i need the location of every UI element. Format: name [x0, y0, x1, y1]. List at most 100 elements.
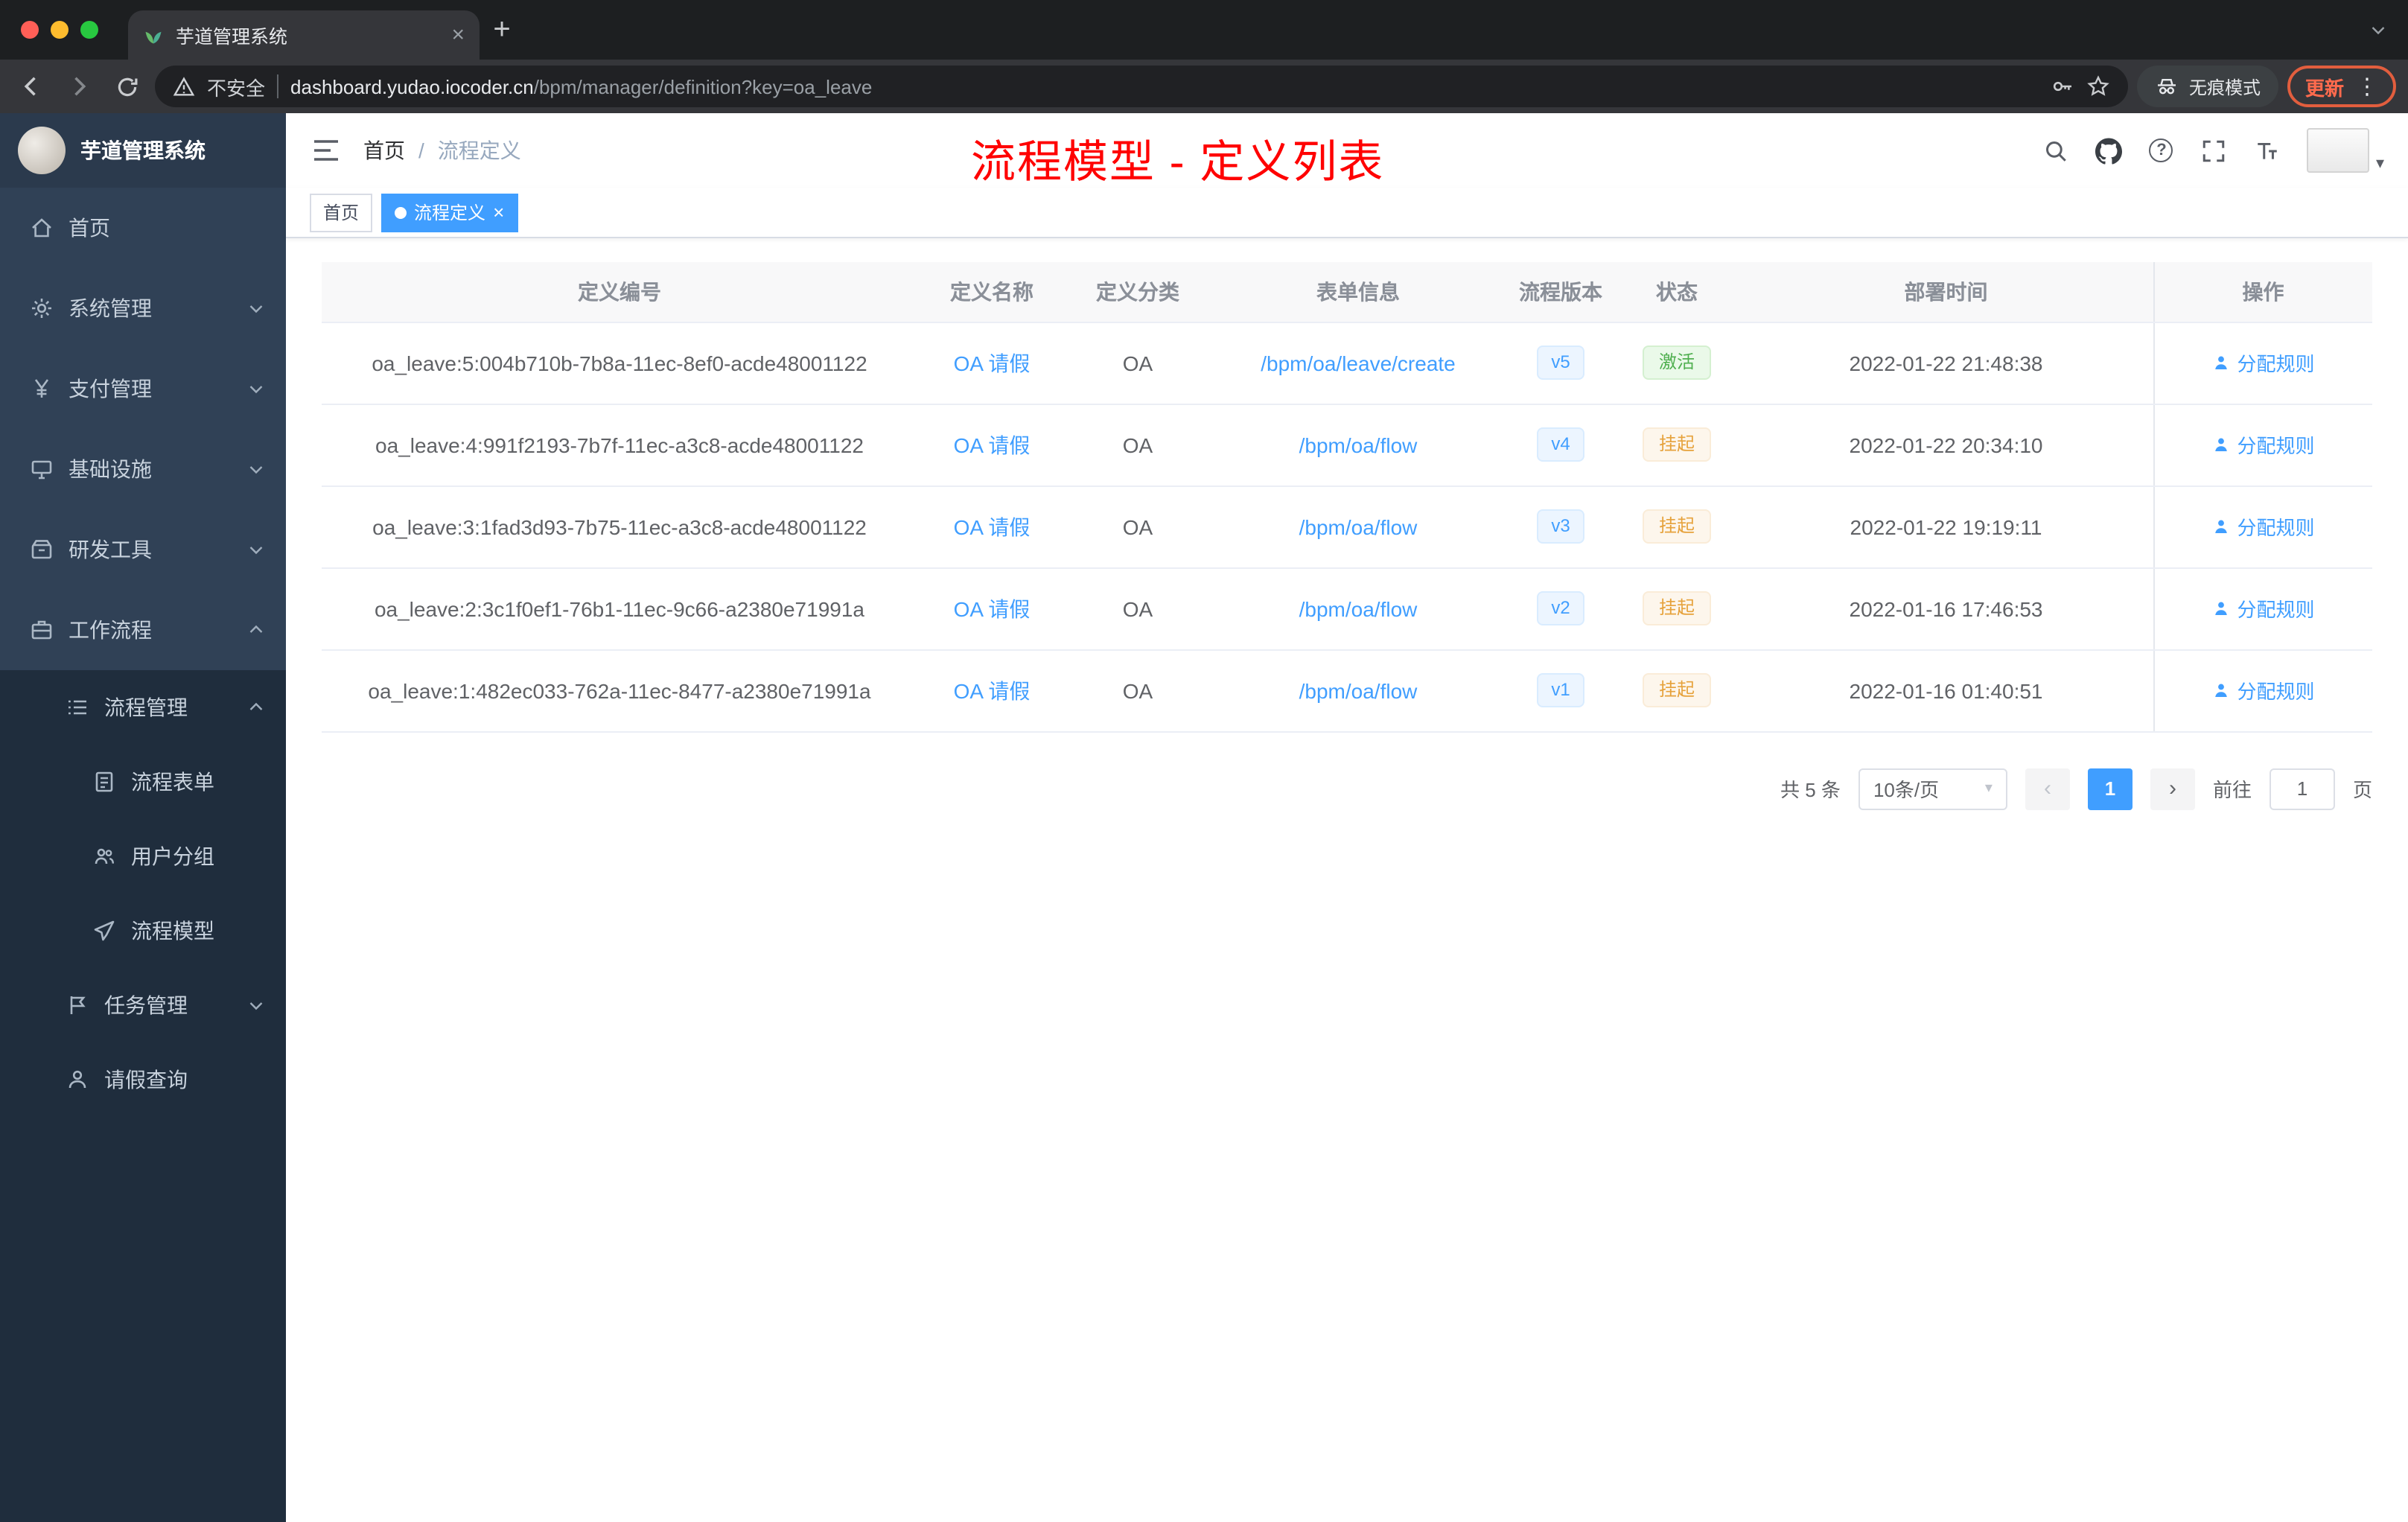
form-link[interactable]: /bpm/oa/flow [1299, 596, 1418, 620]
security-label[interactable]: 不安全 [207, 72, 265, 101]
assign-rule-link[interactable]: 分配规则 [2211, 676, 2315, 704]
sidebar-item-process-model[interactable]: 流程模型 [0, 894, 286, 968]
form-link[interactable]: /bpm/oa/flow [1299, 433, 1418, 456]
new-tab-button[interactable]: + [480, 7, 524, 52]
cell-definition-id: oa_leave:3:1fad3d93-7b75-11ec-a3c8-acde4… [322, 485, 917, 568]
definition-name-link[interactable]: OA 请假 [954, 433, 1031, 456]
sidebar-item-process-management[interactable]: 流程管理 [0, 670, 286, 745]
sidebar-toggle-icon[interactable] [310, 134, 343, 167]
table-row: oa_leave:2:3c1f0ef1-76b1-11ec-9c66-a2380… [322, 567, 2372, 650]
back-button[interactable] [12, 67, 51, 106]
close-window-button[interactable] [21, 21, 39, 39]
breadcrumb-home[interactable]: 首页 [363, 136, 405, 165]
app-title: 芋道管理系统 [80, 138, 206, 162]
app-logo[interactable]: 芋道管理系统 [0, 113, 286, 188]
github-icon[interactable] [2095, 137, 2123, 164]
reload-button[interactable] [107, 67, 146, 106]
password-key-icon[interactable] [2051, 74, 2074, 98]
definition-name-link[interactable]: OA 请假 [954, 596, 1031, 620]
form-link[interactable]: /bpm/oa/flow [1299, 678, 1418, 702]
sidebar-menu: 首页 系统管理 支付管理 基础设施 研发工具 工作流程 流程管理 流程表单 用户… [0, 188, 286, 1522]
sidebar-item-dev-tools[interactable]: 研发工具 [0, 509, 286, 590]
paper-plane-icon [92, 919, 116, 943]
cell-deploy-time: 2022-01-22 21:48:38 [1739, 322, 2153, 404]
tag-process-definition[interactable]: 流程定义 × [381, 193, 518, 232]
form-link[interactable]: /bpm/oa/leave/create [1261, 351, 1456, 375]
forward-button[interactable] [60, 67, 98, 106]
definitions-table: 定义编号 定义名称 定义分类 表单信息 流程版本 状态 部署时间 操作 oa_l [322, 262, 2372, 732]
current-page-button[interactable]: 1 [2087, 768, 2133, 809]
table-row: oa_leave:4:991f2193-7b7f-11ec-a3c8-acde4… [322, 404, 2372, 486]
sidebar-item-task-management[interactable]: 任务管理 [0, 968, 286, 1042]
tags-view-bar: 首页 流程定义 × [286, 188, 2408, 238]
user-avatar[interactable]: ▾ [2307, 128, 2384, 173]
browser-toolbar: 不安全 dashboard.yudao.iocoder.cn/bpm/manag… [0, 60, 2408, 113]
next-page-button[interactable]: › [2150, 768, 2195, 809]
cell-category: OA [1066, 322, 1209, 404]
toolbox-icon [30, 538, 54, 561]
minimize-window-button[interactable] [51, 21, 69, 39]
address-bar[interactable]: 不安全 dashboard.yudao.iocoder.cn/bpm/manag… [155, 66, 2128, 107]
tag-home[interactable]: 首页 [310, 193, 373, 232]
home-icon [30, 216, 54, 240]
status-badge: 挂起 [1642, 509, 1711, 544]
sidebar-item-home[interactable]: 首页 [0, 188, 286, 268]
table-row: oa_leave:3:1fad3d93-7b75-11ec-a3c8-acde4… [322, 485, 2372, 568]
sidebar-item-process-form[interactable]: 流程表单 [0, 745, 286, 819]
sidebar-item-system-management[interactable]: 系统管理 [0, 268, 286, 348]
fullscreen-icon[interactable] [2200, 137, 2227, 164]
sidebar-item-payment-management[interactable]: 支付管理 [0, 348, 286, 429]
user-icon [66, 1068, 89, 1092]
version-badge: v5 [1536, 346, 1585, 380]
help-icon[interactable]: ? [2149, 138, 2173, 162]
tag-close-icon[interactable]: × [493, 203, 504, 222]
briefcase-icon [30, 618, 54, 642]
cell-definition-id: oa_leave:2:3c1f0ef1-76b1-11ec-9c66-a2380… [322, 567, 917, 650]
chevron-up-icon [249, 702, 263, 710]
assign-rule-link[interactable]: 分配规则 [2211, 594, 2315, 623]
col-definition-category: 定义分类 [1066, 262, 1209, 322]
update-button[interactable]: 更新 ⋮ [2287, 66, 2396, 107]
cell-definition-id: oa_leave:4:991f2193-7b7f-11ec-a3c8-acde4… [322, 404, 917, 486]
tab-search-icon[interactable] [2348, 21, 2408, 39]
goto-page-input[interactable] [2269, 768, 2335, 809]
chevron-down-icon [249, 466, 263, 474]
pagination: 共 5 条 10条/页 ▾ ‹ 1 › 前往 页 [322, 768, 2372, 809]
assign-rule-link[interactable]: 分配规则 [2211, 348, 2315, 377]
caret-down-icon: ▾ [2375, 155, 2384, 173]
sidebar-item-leave-query[interactable]: 请假查询 [0, 1042, 286, 1117]
version-badge: v2 [1536, 591, 1585, 625]
version-badge: v1 [1536, 673, 1585, 707]
main-area: 首页 / 流程定义 流程模型 - 定义列表 ? ▾ 首页 流程定义 × 定义编号… [286, 113, 2408, 1522]
browser-menu-icon[interactable]: ⋮ [2356, 73, 2378, 100]
definition-name-link[interactable]: OA 请假 [954, 351, 1031, 375]
assign-rule-link[interactable]: 分配规则 [2211, 512, 2315, 541]
document-icon [92, 770, 116, 794]
tab-close-icon[interactable]: × [451, 24, 465, 46]
cell-deploy-time: 2022-01-16 17:46:53 [1739, 567, 2153, 650]
goto-label: 前往 [2212, 779, 2252, 801]
sidebar-item-user-group[interactable]: 用户分组 [0, 819, 286, 894]
url-text: dashboard.yudao.iocoder.cn/bpm/manager/d… [290, 75, 873, 98]
bookmark-star-icon[interactable] [2086, 74, 2110, 98]
top-navbar: 首页 / 流程定义 流程模型 - 定义列表 ? ▾ [286, 113, 2408, 188]
flag-icon [66, 993, 89, 1017]
search-icon[interactable] [2042, 137, 2069, 164]
page-size-select[interactable]: 10条/页 ▾ [1858, 768, 2007, 809]
pagination-total: 共 5 条 [1780, 779, 1841, 801]
assign-rule-link[interactable]: 分配规则 [2211, 430, 2315, 459]
avatar-image [2307, 128, 2370, 173]
col-process-version: 流程版本 [1507, 262, 1614, 322]
tab-title: 芋道管理系统 [176, 27, 288, 48]
sidebar-item-infrastructure[interactable]: 基础设施 [0, 429, 286, 509]
prev-page-button[interactable]: ‹ [2025, 768, 2070, 809]
font-size-icon[interactable] [2254, 137, 2281, 164]
form-link[interactable]: /bpm/oa/flow [1299, 515, 1418, 538]
list-icon [66, 695, 89, 719]
definition-name-link[interactable]: OA 请假 [954, 678, 1031, 702]
zoom-window-button[interactable] [80, 21, 98, 39]
sidebar-item-workflow[interactable]: 工作流程 [0, 590, 286, 670]
definition-name-link[interactable]: OA 请假 [954, 515, 1031, 538]
breadcrumb-current: 流程定义 [437, 138, 521, 162]
browser-tab[interactable]: 芋道管理系统 × [128, 10, 480, 60]
